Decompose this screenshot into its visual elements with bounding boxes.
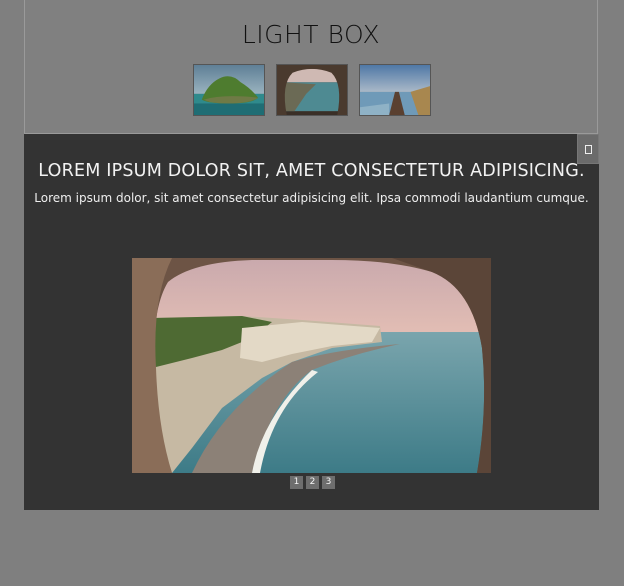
close-button[interactable] [577, 134, 599, 164]
lightbox-heading: LOREM IPSUM DOLOR SIT, AMET CONSECTETUR … [38, 161, 585, 181]
cliff-cave-thumbnail[interactable] [276, 64, 348, 116]
close-icon [584, 144, 592, 154]
lightbox-main-image [132, 258, 491, 473]
lightbox-modal: LOREM IPSUM DOLOR SIT, AMET CONSECTETUR … [24, 134, 599, 510]
gallery-header: LIGHT BOX [24, 0, 598, 134]
lightbox-description: Lorem ipsum dolor, sit amet consectetur … [34, 191, 589, 205]
page-title: LIGHT BOX [241, 20, 381, 49]
pager-button-2[interactable]: 2 [306, 476, 319, 489]
pager-button-1[interactable]: 1 [290, 476, 303, 489]
pager-button-3[interactable]: 3 [322, 476, 335, 489]
image-pager: 1 2 3 [290, 476, 335, 489]
pier-lake-thumbnail[interactable] [359, 64, 431, 116]
thumbnail-strip [193, 64, 431, 116]
island-thumbnail[interactable] [193, 64, 265, 116]
